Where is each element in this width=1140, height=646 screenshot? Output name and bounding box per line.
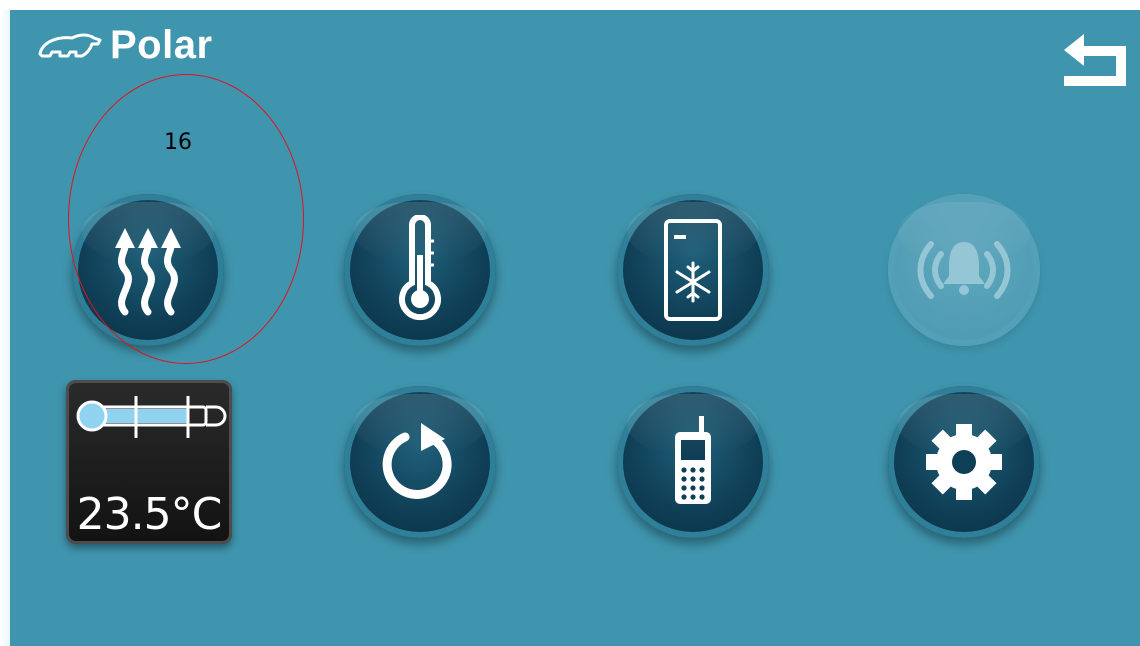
temperature-display[interactable]: 23.5°C bbox=[66, 380, 232, 544]
alarm-bell-icon bbox=[917, 241, 1011, 299]
mobile-button[interactable] bbox=[617, 386, 769, 538]
logo-text: Polar bbox=[110, 22, 213, 67]
thermometer-button[interactable] bbox=[344, 194, 496, 346]
freezer-icon bbox=[664, 219, 722, 321]
alarm-button[interactable] bbox=[888, 194, 1040, 346]
refresh-button[interactable] bbox=[344, 386, 496, 538]
horizontal-thermometer-icon bbox=[76, 396, 227, 438]
polar-logo: Polar bbox=[36, 20, 213, 70]
back-button[interactable] bbox=[1050, 28, 1132, 92]
heating-button[interactable] bbox=[72, 194, 224, 346]
polar-bear-icon bbox=[38, 33, 102, 58]
back-arrow-icon bbox=[1064, 34, 1126, 86]
thermometer-icon bbox=[399, 215, 441, 321]
mobile-phone-icon bbox=[675, 416, 711, 504]
heating-icon bbox=[115, 228, 181, 316]
refresh-icon bbox=[382, 423, 452, 499]
annotation-label: 16 bbox=[164, 130, 192, 155]
settings-button[interactable] bbox=[888, 386, 1040, 538]
temperature-value: 23.5°C bbox=[76, 489, 223, 540]
freezer-button[interactable] bbox=[617, 194, 769, 346]
gear-icon bbox=[926, 424, 1002, 500]
left-edge-strip bbox=[0, 10, 10, 646]
